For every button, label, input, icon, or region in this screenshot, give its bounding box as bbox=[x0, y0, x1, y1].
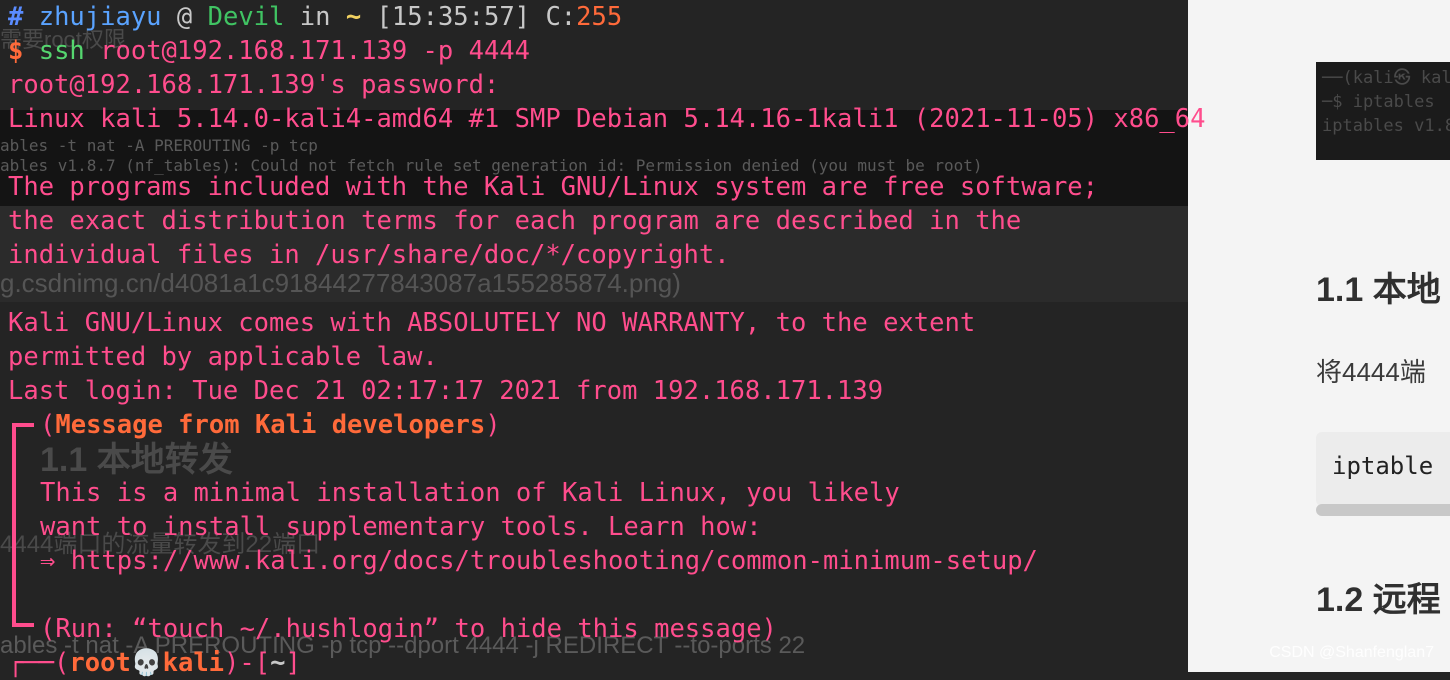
shell-prompt-line: # zhujiayu @ Devil in ~ [15:35:57] C:255 bbox=[8, 0, 1188, 34]
message-box-footer: (Run: “touch ~/.hushlogin” to hide this … bbox=[40, 614, 777, 644]
terminal-output[interactable]: # zhujiayu @ Devil in ~ [15:35:57] C:255… bbox=[8, 0, 1206, 680]
message-box-link[interactable]: ⇒ https://www.kali.org/docs/troubleshoot… bbox=[8, 544, 1188, 578]
article-code-scrollbar[interactable] bbox=[1316, 504, 1450, 516]
message-box-line: This is a minimal installation of Kali L… bbox=[40, 478, 900, 508]
article-heading-1-2: 1.2 远程 bbox=[1316, 581, 1441, 619]
prompt-host: Devil bbox=[207, 2, 285, 32]
command-name: ssh bbox=[38, 36, 85, 66]
kali-prompt-open: ┌──( bbox=[8, 648, 70, 678]
command-line[interactable]: $ ssh root@192.168.171.139 -p 4444 bbox=[8, 34, 1188, 68]
header-paren-close: ) bbox=[485, 410, 501, 440]
article-paragraph: 将4444端 bbox=[1316, 357, 1426, 387]
kali-prompt-user: root bbox=[69, 648, 131, 678]
message-box-line: want to install supplementary tools. Lea… bbox=[40, 512, 762, 542]
article-code-line: iptables v1.8 bbox=[1322, 116, 1450, 136]
uname-line: Linux kali 5.14.0-kali4-amd64 #1 SMP Deb… bbox=[8, 104, 1206, 134]
motd-line: the exact distribution terms for each pr… bbox=[8, 206, 1022, 236]
prompt-exit-code: 255 bbox=[576, 2, 623, 32]
prompt-code-label: C: bbox=[545, 2, 577, 32]
motd-line: individual files in /usr/share/doc/*/cop… bbox=[8, 240, 730, 270]
article-inline-code: iptable bbox=[1316, 432, 1450, 506]
header-paren-open: ( bbox=[40, 410, 56, 440]
prompt-dollar: $ bbox=[8, 36, 24, 66]
message-box-header: (Message from Kali developers) bbox=[8, 408, 1188, 442]
kali-prompt-close: ] bbox=[285, 648, 301, 678]
prompt-hash: # bbox=[8, 2, 24, 32]
article-heading-1-1: 1.1 本地 bbox=[1316, 271, 1441, 309]
message-box-title: Message from Kali developers bbox=[55, 410, 486, 440]
prompt-at: @ bbox=[176, 2, 193, 32]
prompt-in: in bbox=[299, 2, 331, 32]
prompt-time: [15:35:57] bbox=[376, 2, 531, 32]
article-code-line: ──(kali㉿ kali bbox=[1322, 68, 1450, 88]
motd-line: Kali GNU/Linux comes with ABSOLUTELY NO … bbox=[8, 308, 976, 338]
command-args: root@192.168.171.139 -p 4444 bbox=[100, 36, 531, 66]
skull-icon: 💀 bbox=[130, 648, 163, 678]
prompt-dir: ~ bbox=[345, 2, 362, 32]
kali-prompt-dir: ~ bbox=[270, 648, 286, 678]
csdn-watermark: CSDN @Shanfenglan7 bbox=[1269, 644, 1434, 661]
article-code-line: ─$ iptables bbox=[1322, 92, 1435, 112]
kali-prompt-host: kali bbox=[162, 648, 225, 678]
motd-line: permitted by applicable law. bbox=[8, 342, 438, 372]
prompt-user: zhujiayu bbox=[38, 2, 162, 32]
kali-prompt-line: ┌──(root💀kali)-[~] bbox=[8, 646, 1188, 680]
kali-prompt-mid: )-[ bbox=[224, 648, 271, 678]
article-code-block: ──(kali㉿ kali ─$ iptables iptables v1.8 bbox=[1316, 62, 1450, 160]
motd-line: The programs included with the Kali GNU/… bbox=[8, 172, 1099, 202]
last-login-line: Last login: Tue Dec 21 02:17:17 2021 fro… bbox=[8, 376, 884, 406]
background-article-panel: ──(kali㉿ kali ─$ iptables iptables v1.8 1.… bbox=[1188, 0, 1450, 672]
password-prompt: root@192.168.171.139's password: bbox=[8, 70, 500, 100]
